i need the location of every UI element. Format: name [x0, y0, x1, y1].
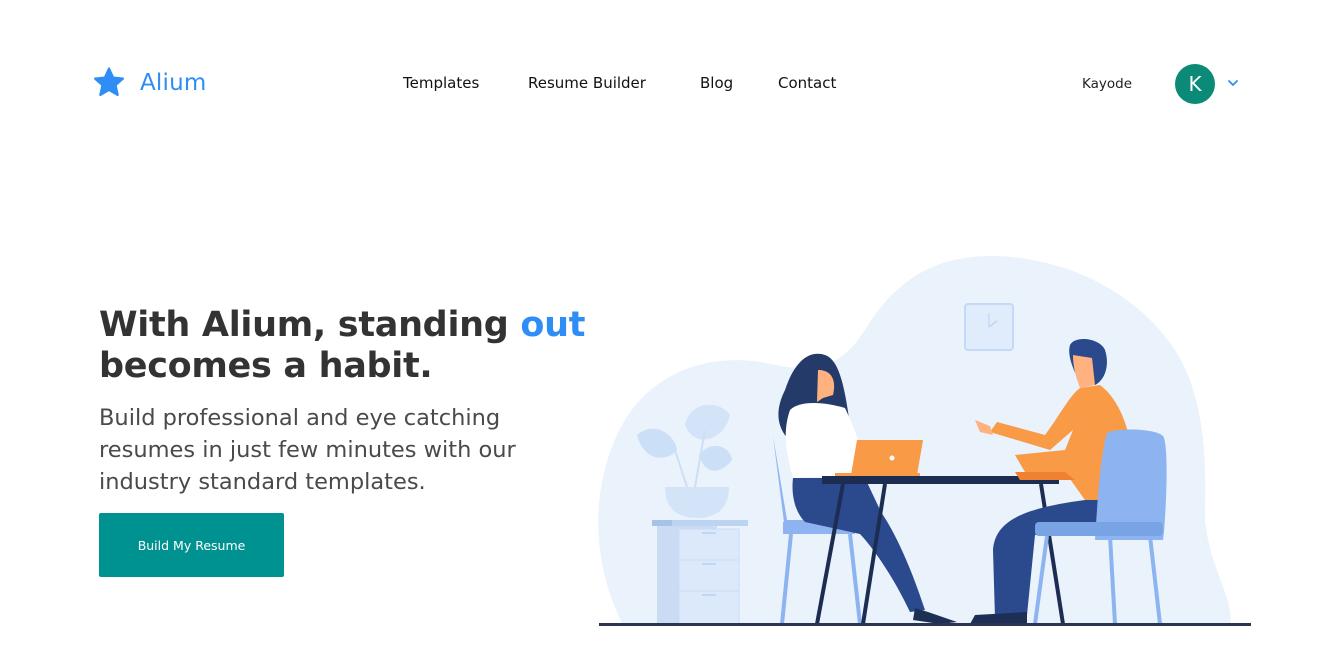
- nav-link-blog[interactable]: Blog: [700, 74, 733, 92]
- navbar: Alium Templates Resume Builder Blog Cont…: [0, 0, 1343, 168]
- interview-illustration: [598, 255, 1251, 626]
- brand-name: Alium: [140, 70, 207, 96]
- cabinet-icon: [652, 520, 748, 625]
- hero-title-accent: out: [520, 305, 586, 345]
- nav-link-resume-builder[interactable]: Resume Builder: [528, 74, 646, 92]
- wall-clock-icon: [964, 303, 1014, 351]
- hero-title-part2: becomes a habit.: [99, 346, 433, 386]
- star-icon: [93, 67, 125, 97]
- brand-logo[interactable]: Alium: [92, 66, 207, 100]
- build-resume-button[interactable]: Build My Resume: [99, 513, 284, 577]
- nav-link-templates[interactable]: Templates: [403, 74, 479, 92]
- chevron-down-icon[interactable]: [1227, 78, 1239, 88]
- hero-title-part1: With Alium, standing: [99, 305, 521, 345]
- floor-line: [599, 623, 1251, 626]
- user-name[interactable]: Kayode: [1082, 76, 1132, 92]
- hero-subtitle: Build professional and eye catching resu…: [99, 405, 516, 495]
- avatar-initial: K: [1188, 72, 1202, 96]
- nav-link-contact[interactable]: Contact: [778, 74, 836, 92]
- hero-title: With Alium, standing out becomes a habit…: [99, 305, 586, 387]
- avatar[interactable]: K: [1175, 64, 1215, 104]
